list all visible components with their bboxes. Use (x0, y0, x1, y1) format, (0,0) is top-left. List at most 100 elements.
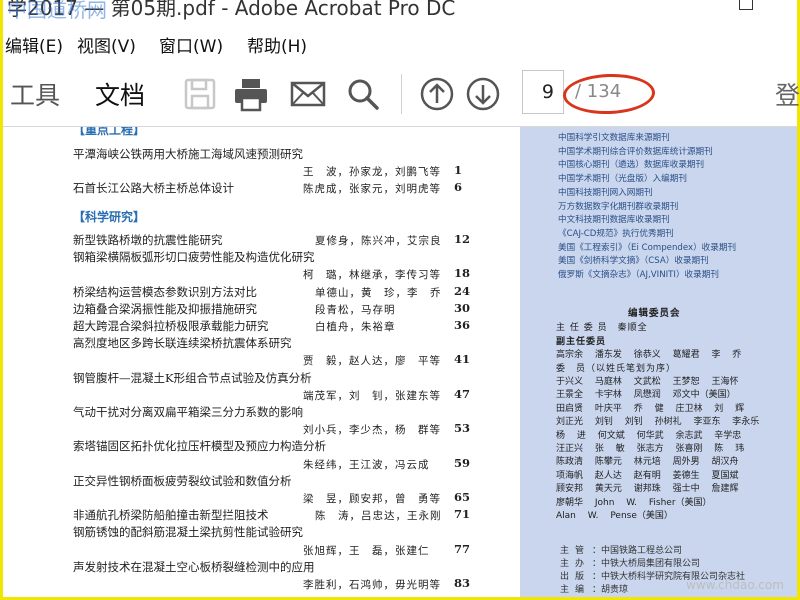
board-member-line: 廖朝华 John W. Fisher（美国） (556, 497, 712, 508)
watermark-top: 中国道桥网 (7, 0, 107, 22)
maximize-icon[interactable] (739, 0, 753, 10)
tab-tools[interactable]: 工具 (10, 76, 60, 112)
board-director: 主 任 委 员 秦顺全 (556, 323, 648, 333)
toc-page: 53 (454, 421, 471, 436)
toc-title: 新型铁路桥墩的抗震性能研究 (73, 233, 223, 247)
page-number-input[interactable]: 9 (522, 70, 564, 114)
toc-page: 71 (454, 507, 471, 522)
toc-authors: 张旭辉，王 磊，张建仁 (303, 544, 430, 557)
toc-authors: 陈 涛，吕忠达，王永刚 (315, 510, 442, 523)
board-member-line: 陈政清 陈攀元 林元培 周外男 胡汉舟 (556, 457, 739, 468)
publication-key: 主办 (560, 559, 591, 569)
toc-page: 18 (454, 266, 471, 281)
publication-row: 主编 ：胡贵琼 (560, 582, 628, 595)
publication-key: 出版 (560, 572, 591, 582)
next-page-icon[interactable] (463, 74, 503, 114)
toc-authors: 朱经纬，王江波，冯云成 (303, 458, 430, 471)
publication-key: 主编 (560, 585, 591, 595)
toc-title: 钢管腹杆—混凝土K形组合节点试验及仿真分析 (73, 370, 312, 385)
highlight-ellipse (562, 72, 656, 116)
toc-page: 41 (454, 352, 471, 367)
toc-title: 平潭海峡公铁两用大桥施工海域风速预测研究 (73, 147, 303, 161)
publication-key: 主管 (560, 546, 591, 556)
board-member-line: 刘正光 刘钊 刘钊 孙树礼 李亚东 李永乐 (556, 417, 760, 428)
indexing-entry: 中文科技期刊数据库收录期刊 (558, 215, 670, 226)
menu-view[interactable]: 视图(V) (77, 32, 136, 57)
section-heading-research: 【科学研究】 (73, 210, 146, 224)
toc-authors: 白植舟，朱裕章 (315, 321, 396, 333)
board-member-line: 项海帆 赵人达 赵有明 姜德生 夏国斌 (556, 470, 739, 481)
publication-value: 胡贵琼 (601, 585, 629, 595)
search-icon[interactable] (343, 74, 383, 114)
board-members-label: 委 员（以姓氏笔划为序） (556, 364, 677, 374)
toc-page: 30 (454, 300, 471, 315)
board-vice-label: 副主任委员 (556, 337, 607, 347)
toc-authors: 梁 昱，顾安邦，曾 勇等 (303, 493, 441, 505)
toc-page: 83 (454, 576, 471, 590)
toc-title: 超大跨混合梁斜拉桥极限承载能力研究 (73, 319, 269, 333)
toc-page: 59 (454, 455, 471, 470)
toc-authors: 李胜利，石鸿帅，毋光明等 (303, 579, 441, 591)
toc-page: 77 (454, 541, 471, 556)
board-member-line: 于兴义 马庭林 文武松 王梦恕 王海怀 (556, 377, 739, 387)
publication-row: 主办 ：中铁大桥局集团有限公司 (560, 556, 700, 569)
toc-title: 钢筋锈蚀的配斜筋混凝土梁抗剪性能试验研究 (73, 525, 303, 540)
document-page: 【重点工程】 平潭海峡公铁两用大桥施工海域风速预测研究 王 波，孙家龙，刘鹏飞等… (3, 127, 797, 597)
toc-authors: 刘小兵，李少杰，杨 群等 (303, 424, 441, 437)
prev-page-icon[interactable] (417, 74, 457, 114)
publication-value: 中铁大桥局集团有限公司 (601, 559, 701, 569)
email-icon[interactable] (288, 74, 328, 114)
menu-window[interactable]: 窗口(W) (159, 32, 223, 57)
indexing-entry: 万方数据数字化期刊群收录期刊 (558, 201, 679, 212)
toc-authors: 端茂军，刘 钊，张建东等 (303, 389, 441, 402)
menu-edit[interactable]: 编辑(E) (5, 32, 63, 57)
toc-title: 正交异性钢桥面板疲劳裂纹试验和数值分析 (73, 473, 292, 488)
menu-bar: 编辑(E) 视图(V) 窗口(W) 帮助(H) (3, 28, 797, 58)
indexing-entry: 中国学术期刊（光盘版）入编期刊 (558, 174, 687, 185)
toc-title: 高烈度地区多跨长联连续梁桥抗震体系研究 (73, 336, 292, 351)
toc-title: 石首长江公路大桥主桥总体设计 (73, 181, 234, 195)
board-member-line: 杨 进 何文斌 何华武 余志武 辛学忠 (556, 430, 742, 441)
toc-authors: 段青松，马存明 (315, 303, 396, 316)
sign-in-label[interactable]: 登 (775, 76, 800, 112)
publication-value: 中国铁路工程总公司 (601, 546, 683, 556)
indexing-entry: 中国学术期刊综合评价数据库统计源期刊 (558, 146, 713, 157)
menu-help[interactable]: 帮助(H) (247, 32, 307, 57)
indexing-entry: 中国科学引文数据库来源期刊 (558, 133, 670, 143)
title-bar: 学2017 — 第05期.pdf - Adobe Acrobat Pro DC … (3, 0, 797, 26)
indexing-entry: 《CAJ-CD规范》执行优秀期刊 (558, 228, 674, 239)
indexing-entry: 中国核心期刊（遴选）数据库收录期刊 (558, 160, 705, 171)
save-icon[interactable] (181, 74, 221, 114)
board-member-line: 顾安邦 黄天元 谢邦珠 强士中 詹建辉 (556, 484, 739, 495)
toc-title: 非通航孔桥梁防船舶撞击新型拦阻技术 (73, 508, 269, 523)
toc-page: 65 (454, 490, 471, 504)
toc-page: 12 (454, 232, 471, 246)
toc-page: 47 (454, 386, 471, 401)
toolbar: 工具 文档 9 / 134 登 (3, 62, 800, 127)
indexing-entry: 美国《剑桥科学文摘》（CSA）收录期刊 (558, 256, 709, 267)
toc-title: 桥梁结构运营模态参数识别方法对比 (73, 284, 257, 299)
toc-title: 气动干扰对分离双扁平箱梁三分力系数的影响 (73, 405, 303, 419)
toc-authors: 贾 毅，赵人达，廖 平等 (303, 355, 441, 368)
toc-title: 钢箱梁横隔板弧形切口疲劳性能及构造优化研究 (73, 250, 315, 265)
toc-authors: 单德山，黄 珍，李 乔 (315, 286, 442, 299)
toc-title: 索塔锚固区拓扑优化拉压杆模型及预应力构造分析 (73, 439, 326, 454)
toc-page: 24 (454, 283, 471, 298)
info-column: 中国科学引文数据库来源期刊中国学术期刊综合评价数据库统计源期刊 中国核心期刊（遴选… (520, 127, 797, 597)
board-member-line: Alan W. Pense（美国） (556, 511, 673, 521)
tab-document[interactable]: 文档 (95, 76, 145, 112)
board-member-line: 田启贤 叶庆平 乔 健 庄卫林 刘 辉 (556, 403, 745, 414)
toc-title: 声发射技术在混凝土空心板桥裂缝检测中的应用 (73, 559, 315, 574)
watermark-bottom: www.chdao.com (686, 578, 784, 592)
board-vice-names: 高宗余 潘东发 徐恭义 葛耀君 李 乔 (556, 350, 742, 360)
print-icon[interactable] (231, 74, 271, 114)
toc-column: 【重点工程】 平潭海峡公铁两用大桥施工海域风速预测研究 王 波，孙家龙，刘鹏飞等… (3, 127, 520, 597)
toc-page: 6 (454, 180, 463, 194)
toc-title: 边箱叠合梁涡振性能及抑振措施研究 (73, 301, 257, 316)
board-member-line: 汪正兴 张 敏 张志方 张喜刚 陈 玮 (556, 444, 745, 454)
board-member-line: 王景全 卡宇林 凤懋润 邓文中（美国） (556, 390, 736, 401)
indexing-entry: 美国《工程索引》（Ei Compendex）收录期刊 (558, 242, 737, 253)
toolbar-separator (401, 74, 402, 114)
indexing-entry: 中国科技期刊网入网期刊 (558, 187, 653, 198)
editorial-board-title: 编辑委员会 (628, 308, 681, 319)
